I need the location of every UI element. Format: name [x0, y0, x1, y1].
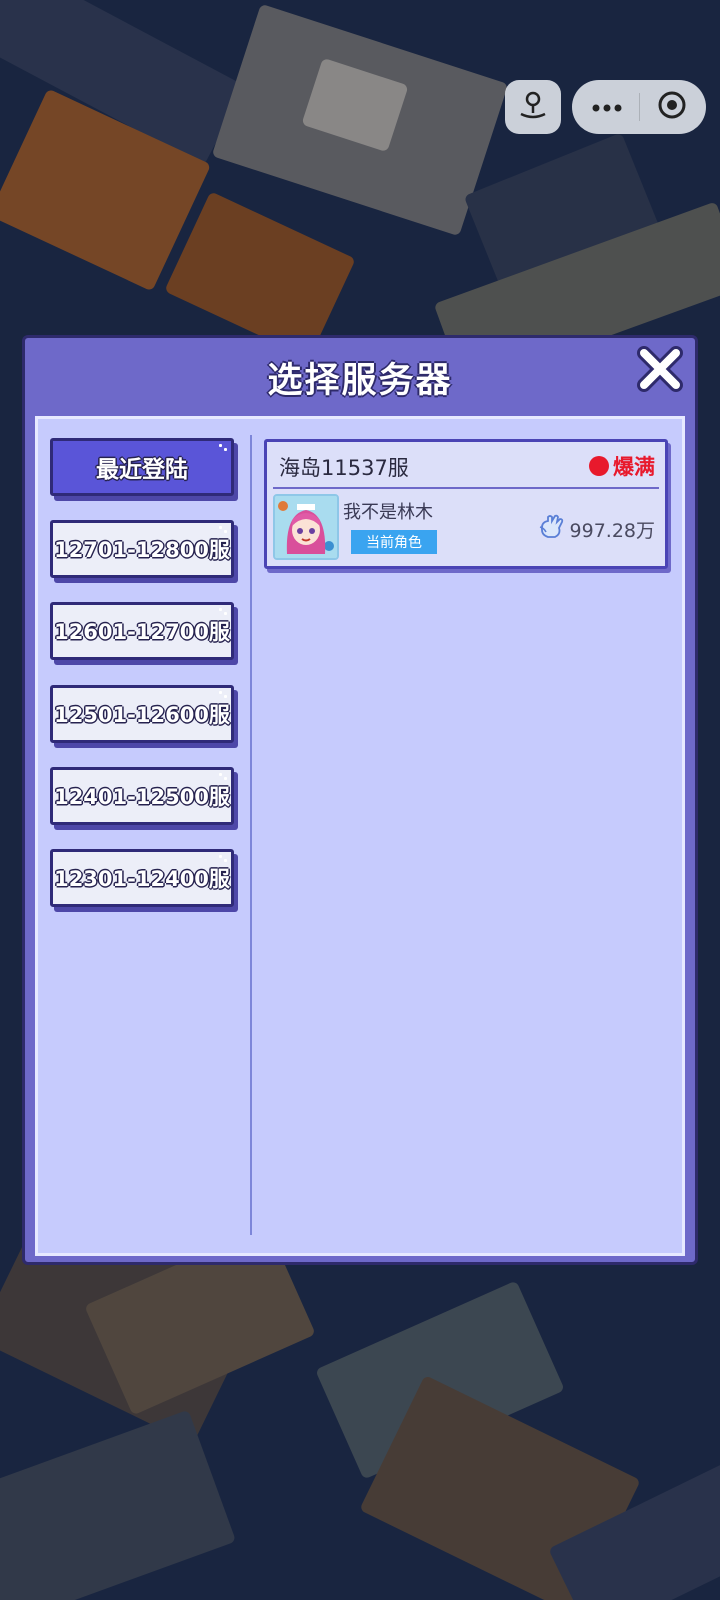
server-range-list: 最近登陆 12701-12800服 12601-12700服 12501-126… — [38, 419, 248, 1253]
joystick-button[interactable] — [505, 80, 561, 134]
corner-sparkle-icon — [219, 526, 227, 534]
target-circle-icon[interactable] — [656, 89, 688, 125]
server-select-dialog: 选择服务器 最近登陆 12701-12800服 12601-12700服 125… — [22, 335, 698, 1265]
corner-sparkle-icon — [219, 855, 227, 863]
power-label: 997.28万 — [569, 520, 655, 542]
corner-sparkle-icon — [219, 691, 227, 699]
character-avatar — [273, 494, 339, 560]
range-tab-label: 12501-12600服 — [54, 703, 230, 727]
range-tab-recent[interactable]: 最近登陆 — [50, 438, 234, 496]
range-tab-label: 最近登陆 — [96, 457, 188, 483]
status-dot-icon — [589, 456, 609, 476]
corner-sparkle-icon — [219, 444, 227, 452]
capsule-menu — [572, 80, 706, 134]
card-divider — [273, 487, 659, 489]
range-tab-label: 12401-12500服 — [54, 785, 230, 809]
range-tab-12401-12500[interactable]: 12401-12500服 — [50, 767, 234, 825]
dialog-title: 选择服务器 — [267, 361, 453, 401]
fist-power-icon — [539, 514, 567, 545]
server-name: 海岛11537服 — [279, 456, 409, 480]
more-dots-icon[interactable] — [590, 98, 624, 117]
server-status: 爆满 — [589, 451, 655, 481]
range-tab-12301-12400[interactable]: 12301-12400服 — [50, 849, 234, 907]
corner-sparkle-icon — [219, 773, 227, 781]
capsule-divider — [639, 93, 641, 121]
status-label: 爆满 — [613, 455, 655, 479]
close-button[interactable] — [633, 344, 687, 398]
range-tab-label: 12701-12800服 — [54, 538, 230, 562]
role-name: 我不是林木 — [343, 502, 433, 523]
joystick-icon — [516, 88, 550, 126]
range-tab-label: 12301-12400服 — [54, 867, 230, 891]
corner-sparkle-icon — [219, 608, 227, 616]
range-tab-label: 12601-12700服 — [54, 620, 230, 644]
range-tab-12601-12700[interactable]: 12601-12700服 — [50, 602, 234, 660]
dialog-body: 最近登陆 12701-12800服 12601-12700服 12501-126… — [35, 416, 685, 1256]
column-divider — [250, 435, 252, 1235]
current-role-badge: 当前角色 — [351, 530, 437, 554]
range-tab-12501-12600[interactable]: 12501-12600服 — [50, 685, 234, 743]
range-tab-12701-12800[interactable]: 12701-12800服 — [50, 520, 234, 578]
server-card[interactable]: 海岛11537服 爆满 我不是林木 当前角色 997.28万 — [264, 439, 668, 569]
power-value: 997.28万 — [539, 514, 655, 545]
close-x-icon — [635, 344, 685, 398]
